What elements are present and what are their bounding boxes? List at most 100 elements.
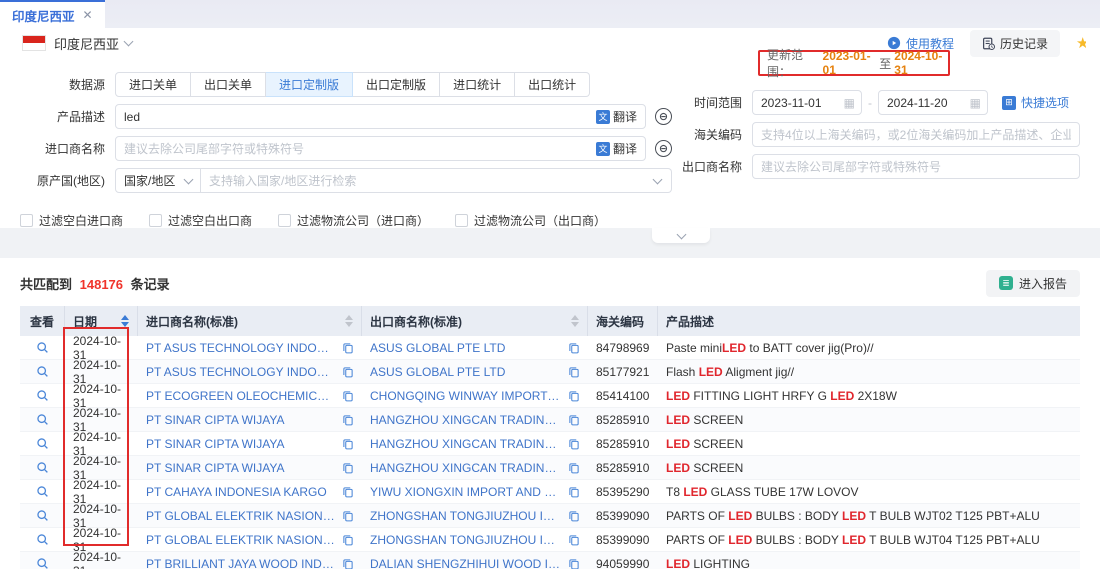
importer-link[interactable]: PT ASUS TECHNOLOGY INDONESIA BA... — [146, 341, 336, 355]
view-detail-icon[interactable] — [36, 509, 49, 522]
exclude-filter-icon[interactable]: ⊖ — [655, 140, 672, 157]
favorite-star-icon[interactable]: ★ — [1076, 34, 1086, 52]
datasource-tab[interactable]: 出口统计 — [515, 72, 590, 97]
results-panel: 共匹配到 148176 条记录 ≣ 进入报告 查看日期进口商名称(标准)出口商名… — [0, 258, 1100, 569]
exporter-link[interactable]: YIWU XIONGXIN IMPORT AND EXPORT... — [370, 485, 562, 499]
close-icon[interactable]: ✕ — [83, 8, 93, 22]
exporter-link[interactable]: ASUS GLOBAL PTE LTD — [370, 365, 562, 379]
checkbox-icon[interactable] — [20, 214, 33, 227]
exporter-name-input[interactable] — [753, 160, 1079, 174]
view-detail-icon[interactable] — [36, 557, 49, 569]
importer-link[interactable]: PT SINAR CIPTA WIJAYA — [146, 437, 336, 451]
importer-link[interactable]: PT SINAR CIPTA WIJAYA — [146, 461, 336, 475]
origin-label: 原产国(地区) — [0, 172, 115, 189]
copy-icon[interactable] — [342, 486, 354, 498]
column-header[interactable]: 出口商名称(标准) — [362, 306, 588, 336]
importer-link[interactable]: PT CAHAYA INDONESIA KARGO — [146, 485, 336, 499]
datasource-tab[interactable]: 出口关单 — [191, 72, 266, 97]
view-detail-icon[interactable] — [36, 365, 49, 378]
datasource-tab[interactable]: 进口关单 — [115, 72, 191, 97]
copy-icon[interactable] — [568, 414, 580, 426]
chevron-down-icon — [676, 229, 686, 239]
view-detail-icon[interactable] — [36, 341, 49, 354]
copy-icon[interactable] — [568, 462, 580, 474]
copy-icon[interactable] — [568, 438, 580, 450]
exporter-link[interactable]: HANGZHOU XINGCAN TRADING CO LTD — [370, 413, 562, 427]
copy-icon[interactable] — [568, 558, 580, 569]
copy-icon[interactable] — [568, 366, 580, 378]
exporter-link[interactable]: ZHONGSHAN TONGJIUZHOU INTERNA... — [370, 509, 562, 523]
datasource-tab[interactable]: 出口定制版 — [353, 72, 440, 97]
view-detail-icon[interactable] — [36, 437, 49, 450]
datasource-tab[interactable]: 进口定制版 — [266, 72, 353, 97]
copy-icon[interactable] — [568, 486, 580, 498]
copy-icon[interactable] — [342, 510, 354, 522]
origin-type-select[interactable]: 国家/地区 — [115, 168, 201, 193]
filter-checkbox[interactable]: 过滤空白出口商 — [149, 212, 252, 229]
checkbox-icon[interactable] — [149, 214, 162, 227]
exporter-link[interactable]: CHONGQING WINWAY IMPORT AND E... — [370, 389, 562, 403]
hs-code-label: 海关编码 — [672, 126, 752, 143]
column-header[interactable]: 进口商名称(标准) — [138, 306, 362, 336]
importer-link[interactable]: PT ASUS TECHNOLOGY INDONESIA BA... — [146, 365, 336, 379]
view-detail-icon[interactable] — [36, 413, 49, 426]
importer-link[interactable]: PT BRILLIANT JAYA WOOD INDUSTRY — [146, 557, 336, 569]
copy-icon[interactable] — [342, 438, 354, 450]
hs-code-cell: 85177921 — [588, 360, 658, 384]
chevron-down-icon[interactable] — [124, 37, 134, 47]
product-desc-input[interactable] — [116, 110, 596, 124]
view-detail-icon[interactable] — [36, 389, 49, 402]
copy-icon[interactable] — [568, 390, 580, 402]
filter-checkbox[interactable]: 过滤物流公司（进口商） — [278, 212, 429, 229]
checkbox-icon[interactable] — [455, 214, 468, 227]
end-date-input[interactable] — [879, 96, 970, 110]
view-detail-icon[interactable] — [36, 485, 49, 498]
exclude-filter-icon[interactable]: ⊖ — [655, 108, 672, 125]
table-body: 2024-10-31 PT ASUS TECHNOLOGY INDONESIA B… — [20, 336, 1080, 569]
history-button[interactable]: 历史记录 — [970, 30, 1060, 57]
sort-icon[interactable] — [339, 315, 353, 327]
importer-link[interactable]: PT GLOBAL ELEKTRIK NASIONAL — [146, 533, 336, 547]
copy-icon[interactable] — [568, 534, 580, 546]
collapse-panel-handle[interactable] — [652, 228, 710, 243]
copy-icon[interactable] — [342, 342, 354, 354]
hs-code-input[interactable] — [753, 128, 1079, 142]
translate-button[interactable]: 文 翻译 — [596, 140, 645, 157]
exporter-link[interactable]: HANGZHOU XINGCAN TRADING CO LTD — [370, 461, 562, 475]
exporter-link[interactable]: HANGZHOU XINGCAN TRADING CO LTD — [370, 437, 562, 451]
view-detail-icon[interactable] — [36, 533, 49, 546]
column-header[interactable]: 日期 — [65, 306, 138, 336]
sort-icon[interactable] — [115, 315, 129, 327]
date-cell: 2024-10-31 — [65, 552, 138, 569]
importer-link[interactable]: PT ECOGREEN OLEOCHEMICALS — [146, 389, 336, 403]
enter-report-button[interactable]: ≣ 进入报告 — [986, 270, 1080, 297]
checkbox-icon[interactable] — [278, 214, 291, 227]
copy-icon[interactable] — [568, 510, 580, 522]
copy-icon[interactable] — [342, 390, 354, 402]
copy-icon[interactable] — [342, 366, 354, 378]
copy-icon[interactable] — [342, 414, 354, 426]
chevron-down-icon[interactable] — [653, 174, 663, 184]
exporter-link[interactable]: DALIAN SHENGZHIHUI WOOD INDUST... — [370, 557, 562, 569]
country-name: 印度尼西亚 — [54, 34, 119, 53]
copy-icon[interactable] — [342, 558, 354, 569]
copy-icon[interactable] — [568, 342, 580, 354]
sort-icon[interactable] — [565, 315, 579, 327]
filter-checkbox[interactable]: 过滤空白进口商 — [20, 212, 123, 229]
start-date-input[interactable] — [753, 96, 844, 110]
exporter-link[interactable]: ASUS GLOBAL PTE LTD — [370, 341, 562, 355]
filter-checkbox[interactable]: 过滤物流公司（出口商） — [455, 212, 606, 229]
copy-icon[interactable] — [342, 462, 354, 474]
origin-search-input[interactable] — [201, 174, 654, 188]
datasource-tab[interactable]: 进口统计 — [440, 72, 515, 97]
exporter-link[interactable]: ZHONGSHAN TONGJIUZHOU INTERNA... — [370, 533, 562, 547]
translate-button[interactable]: 文 翻译 — [596, 108, 645, 125]
datasource-row: 数据源 进口关单出口关单进口定制版出口定制版进口统计出口统计 — [0, 72, 672, 97]
importer-link[interactable]: PT SINAR CIPTA WIJAYA — [146, 413, 336, 427]
view-detail-icon[interactable] — [36, 461, 49, 474]
importer-link[interactable]: PT GLOBAL ELEKTRIK NASIONAL — [146, 509, 336, 523]
tab-indonesia[interactable]: 印度尼西亚 ✕ — [0, 0, 105, 28]
importer-name-input[interactable] — [116, 142, 596, 156]
copy-icon[interactable] — [342, 534, 354, 546]
quick-options-button[interactable]: ⊞ 快捷选项 — [1002, 94, 1069, 111]
